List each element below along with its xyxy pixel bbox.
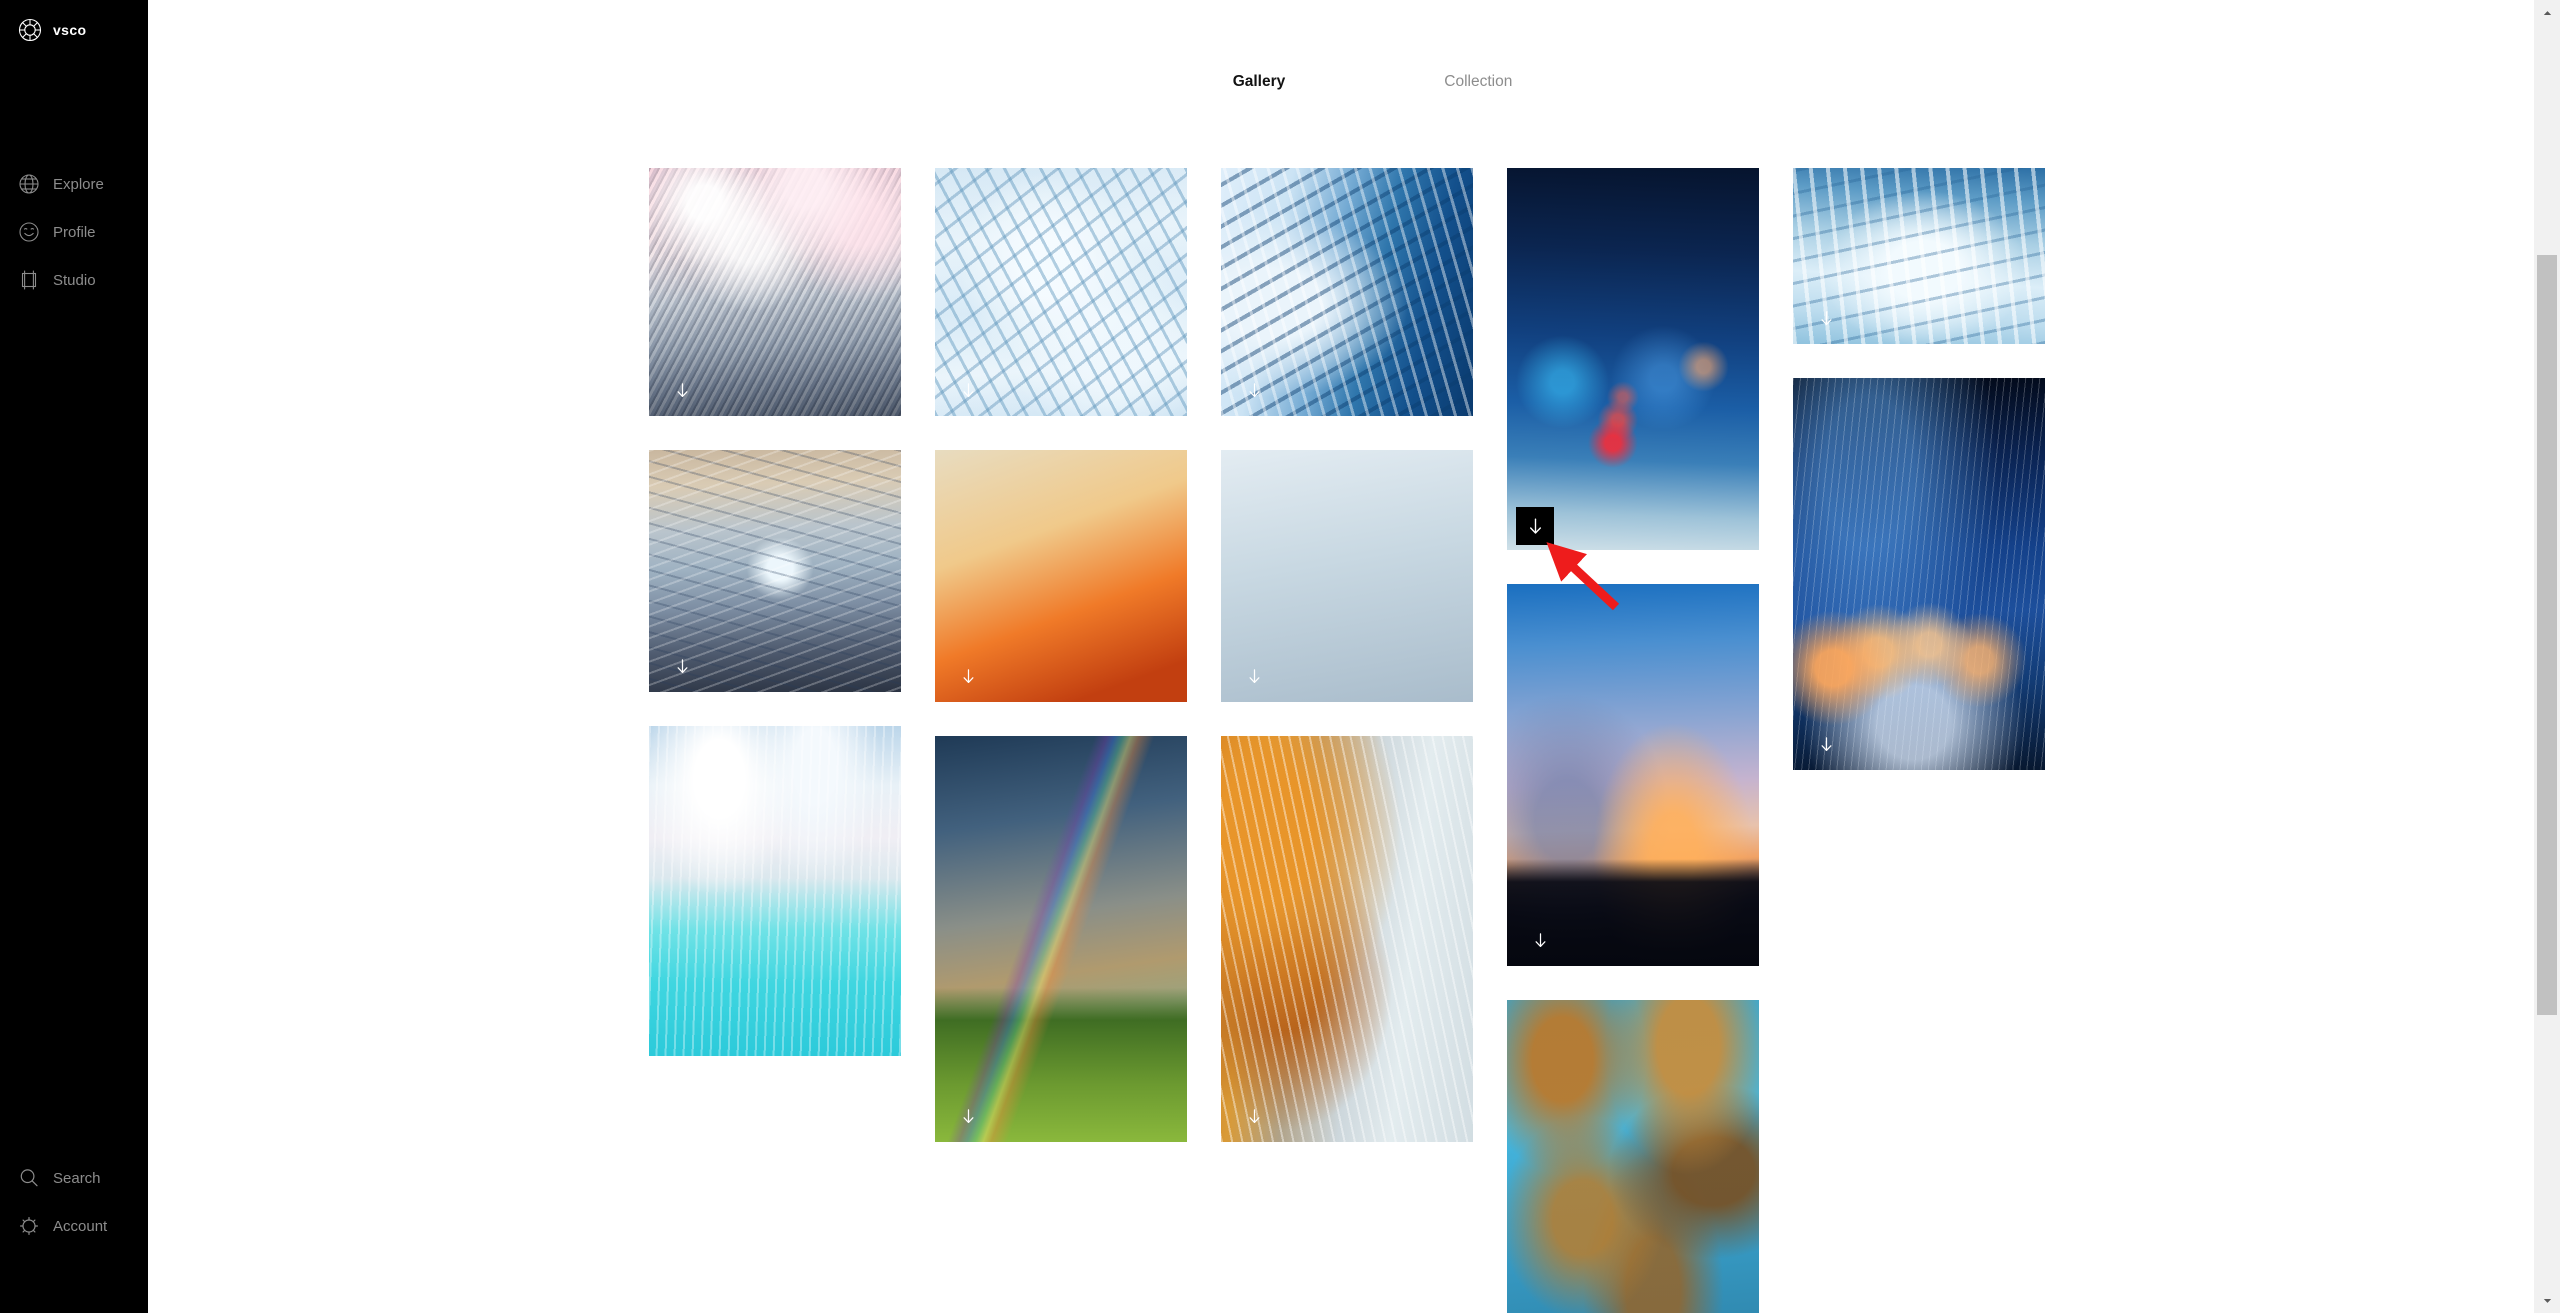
grid-column	[1221, 168, 1473, 1142]
sidebar-item-profile[interactable]: Profile	[0, 208, 148, 256]
sidebar-item-label: Search	[53, 1169, 101, 1187]
download-button[interactable]	[1239, 375, 1269, 405]
photo-ice-shard-frozen-sand[interactable]	[649, 450, 901, 692]
sidebar-item-label: Profile	[53, 223, 96, 241]
vsco-logo-icon	[18, 18, 42, 42]
brand[interactable]: vsco	[0, 0, 148, 42]
crop-frame-icon	[18, 269, 40, 291]
sidebar-primary-nav: Explore Profile Studio	[0, 160, 148, 304]
scroll-down-button[interactable]	[2534, 1287, 2560, 1313]
grid-column	[935, 168, 1187, 1142]
vsco-app-window: vsco Explore Profile Studio Search Accou…	[0, 0, 2560, 1313]
grid-column	[649, 168, 901, 1056]
gallery-tabs: Gallery Collection	[148, 0, 2560, 91]
sidebar-item-explore[interactable]: Explore	[0, 160, 148, 208]
photo-pale-pack-ice[interactable]	[935, 168, 1187, 416]
photo-neon-snow-street[interactable]	[1507, 168, 1759, 550]
download-button[interactable]	[1811, 729, 1841, 759]
sidebar-item-account[interactable]: Account	[0, 1202, 148, 1250]
scroll-up-button[interactable]	[2534, 0, 2560, 26]
download-button[interactable]	[667, 651, 697, 681]
photo-image	[1507, 1000, 1759, 1313]
download-button[interactable]	[953, 1101, 983, 1131]
main-content: Gallery Collection	[148, 0, 2560, 1313]
tab-gallery[interactable]: Gallery	[1233, 73, 1286, 91]
sidebar: vsco Explore Profile Studio Search Accou…	[0, 0, 148, 1313]
photo-turquoise-sea-clouds[interactable]	[649, 726, 901, 1056]
sidebar-secondary-nav: Search Account	[0, 1154, 148, 1250]
collage-fire-and-earth[interactable]	[935, 450, 1187, 702]
vertical-scrollbar[interactable]	[2534, 0, 2560, 1313]
photo-grid	[649, 168, 2045, 1313]
brand-name: vsco	[53, 22, 87, 38]
gear-icon	[18, 1215, 40, 1237]
smiley-face-icon	[18, 221, 40, 243]
photo-image	[1221, 736, 1473, 1142]
search-icon	[18, 1167, 40, 1189]
grid-column	[1793, 168, 2045, 770]
photo-image	[935, 736, 1187, 1142]
photo-autumn-canopy-sky[interactable]	[1507, 1000, 1759, 1313]
download-button[interactable]	[953, 661, 983, 691]
collage-blue-winter[interactable]	[1221, 450, 1473, 702]
grid-column	[1507, 168, 1759, 1313]
photo-deep-blue-ice-edge[interactable]	[1221, 168, 1473, 416]
download-button[interactable]	[1811, 303, 1841, 333]
chevron-down-icon	[2543, 1298, 2551, 1303]
photo-blue-sparkle-frost[interactable]	[1793, 378, 2045, 770]
download-button[interactable]	[1239, 1101, 1269, 1131]
photo-image	[1793, 378, 2045, 770]
sidebar-item-search[interactable]: Search	[0, 1154, 148, 1202]
download-button-neon-snow-street[interactable]	[1516, 507, 1554, 545]
sidebar-item-label: Account	[53, 1217, 108, 1235]
photo-cherry-blossom-snow[interactable]	[649, 168, 901, 416]
photo-autumn-leaves-frost[interactable]	[1221, 736, 1473, 1142]
photo-sunset-horses[interactable]	[1507, 584, 1759, 966]
scrollbar-thumb[interactable]	[2537, 255, 2557, 1015]
photo-image	[1507, 168, 1759, 550]
sidebar-item-label: Studio	[53, 271, 96, 289]
download-button[interactable]	[667, 375, 697, 405]
download-button[interactable]	[1525, 925, 1555, 955]
photo-rainbow-green-hills[interactable]	[935, 736, 1187, 1142]
tab-collection[interactable]: Collection	[1444, 73, 1512, 91]
sidebar-item-label: Explore	[53, 175, 104, 193]
sidebar-item-studio[interactable]: Studio	[0, 256, 148, 304]
chevron-up-icon	[2543, 10, 2551, 15]
photo-aerial-iceberg-field[interactable]	[1793, 168, 2045, 344]
photo-image	[649, 726, 901, 1056]
download-button[interactable]	[953, 375, 983, 405]
download-button[interactable]	[1239, 661, 1269, 691]
photo-image	[1507, 584, 1759, 966]
globe-icon	[18, 173, 40, 195]
